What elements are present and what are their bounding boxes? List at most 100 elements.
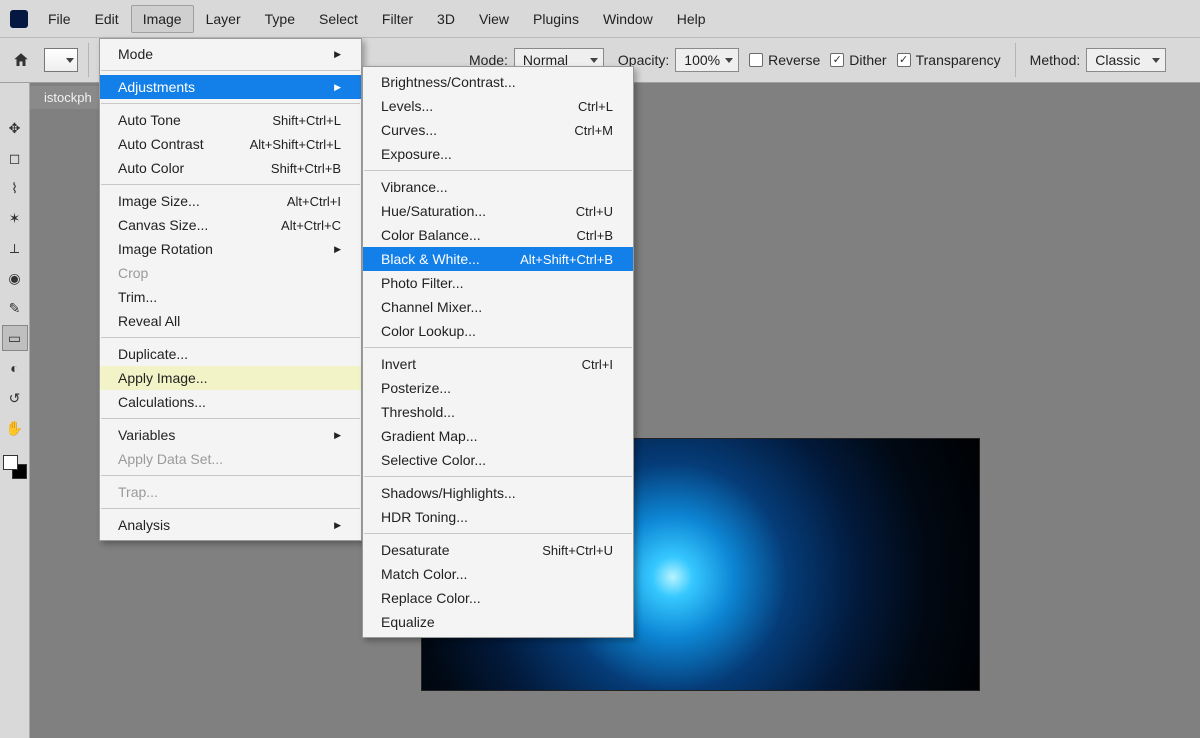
adjustments-invert[interactable]: InvertCtrl+I: [363, 352, 633, 376]
menu-3d[interactable]: 3D: [425, 5, 467, 33]
menu-item-label: Auto Contrast: [118, 136, 204, 152]
menu-item-shortcut: Alt+Shift+Ctrl+B: [520, 252, 613, 267]
app-icon: [10, 10, 28, 28]
reverse-option[interactable]: Reverse: [749, 52, 820, 68]
brush-tool[interactable]: ✎: [2, 295, 28, 321]
menu-select[interactable]: Select: [307, 5, 370, 33]
crop-tool[interactable]: ⟂: [2, 235, 28, 261]
adjustments-gradient-map[interactable]: Gradient Map...: [363, 424, 633, 448]
image-menu-crop: Crop: [100, 261, 361, 285]
menu-item-label: Gradient Map...: [381, 428, 478, 444]
dither-option[interactable]: Dither: [830, 52, 886, 68]
adjustments-levels[interactable]: Levels...Ctrl+L: [363, 94, 633, 118]
menu-item-shortcut: Shift+Ctrl+B: [271, 161, 341, 176]
reverse-checkbox[interactable]: [749, 53, 763, 67]
adjustments-separator: [364, 347, 632, 348]
menu-item-label: Invert: [381, 356, 416, 372]
lasso-tool[interactable]: ⌇: [2, 175, 28, 201]
menu-filter[interactable]: Filter: [370, 5, 425, 33]
menu-item-label: Curves...: [381, 122, 437, 138]
menu-edit[interactable]: Edit: [83, 5, 131, 33]
adjustments-hdr-toning[interactable]: HDR Toning...: [363, 505, 633, 529]
color-swatches[interactable]: [3, 455, 27, 479]
image-menu-canvas-size[interactable]: Canvas Size...Alt+Ctrl+C: [100, 213, 361, 237]
menu-item-shortcut: Ctrl+L: [578, 99, 613, 114]
menu-image[interactable]: Image: [131, 5, 194, 33]
submenu-arrow-icon: [334, 243, 341, 255]
dither-checkbox[interactable]: [830, 53, 844, 67]
menu-window[interactable]: Window: [591, 5, 665, 33]
menu-file[interactable]: File: [36, 5, 83, 33]
move-tool[interactable]: ✥: [2, 115, 28, 141]
adjustments-shadows-highlights[interactable]: Shadows/Highlights...: [363, 481, 633, 505]
image-menu-auto-contrast[interactable]: Auto ContrastAlt+Shift+Ctrl+L: [100, 132, 361, 156]
home-icon[interactable]: [8, 47, 34, 73]
menu-type[interactable]: Type: [253, 5, 307, 33]
transparency-option[interactable]: Transparency: [897, 52, 1001, 68]
image-menu-reveal-all[interactable]: Reveal All: [100, 309, 361, 333]
adjustments-equalize[interactable]: Equalize: [363, 610, 633, 634]
document-tab-label: istockph: [44, 90, 92, 105]
menu-item-label: Channel Mixer...: [381, 299, 482, 315]
adjustments-posterize[interactable]: Posterize...: [363, 376, 633, 400]
adjustments-photo-filter[interactable]: Photo Filter...: [363, 271, 633, 295]
wand-tool[interactable]: ✶: [2, 205, 28, 231]
adjustments-hue-saturation[interactable]: Hue/Saturation...Ctrl+U: [363, 199, 633, 223]
image-menu-auto-color[interactable]: Auto Color Shift+Ctrl+B: [100, 156, 361, 180]
adjustments-replace-color[interactable]: Replace Color...: [363, 586, 633, 610]
hand-tool[interactable]: ✋: [2, 415, 28, 441]
adjustments-color-balance[interactable]: Color Balance...Ctrl+B: [363, 223, 633, 247]
document-tab[interactable]: istockph: [30, 86, 106, 109]
menu-plugins[interactable]: Plugins: [521, 5, 591, 33]
submenu-arrow-icon: [334, 81, 341, 93]
adjustments-channel-mixer[interactable]: Channel Mixer...: [363, 295, 633, 319]
adjustments-threshold[interactable]: Threshold...: [363, 400, 633, 424]
adjustments-vibrance[interactable]: Vibrance...: [363, 175, 633, 199]
opacity-dropdown[interactable]: 100%: [675, 48, 739, 72]
method-dropdown[interactable]: Classic: [1086, 48, 1166, 72]
menu-item-label: Selective Color...: [381, 452, 486, 468]
adjustments-exposure[interactable]: Exposure...: [363, 142, 633, 166]
menu-item-shortcut: Shift+Ctrl+U: [542, 543, 613, 558]
menu-item-label: Canvas Size...: [118, 217, 208, 233]
menu-item-label: Analysis: [118, 517, 170, 533]
image-menu-separator: [101, 70, 360, 71]
menu-help[interactable]: Help: [665, 5, 718, 33]
menu-layer[interactable]: Layer: [194, 5, 253, 33]
menu-item-label: Apply Data Set...: [118, 451, 223, 467]
image-menu-mode[interactable]: Mode: [100, 42, 361, 66]
image-menu-image-size[interactable]: Image Size...Alt+Ctrl+I: [100, 189, 361, 213]
dodge-tool[interactable]: ◐: [2, 355, 28, 381]
menu-item-label: Trap...: [118, 484, 158, 500]
adjustments-match-color[interactable]: Match Color...: [363, 562, 633, 586]
image-menu-trim[interactable]: Trim...: [100, 285, 361, 309]
method-label: Method:: [1030, 52, 1081, 68]
menu-item-label: Crop: [118, 265, 148, 281]
eyedropper-tool[interactable]: ◉: [2, 265, 28, 291]
adjustments-color-lookup[interactable]: Color Lookup...: [363, 319, 633, 343]
image-menu-apply-image[interactable]: Apply Image...: [100, 366, 361, 390]
marquee-tool[interactable]: ◻: [2, 145, 28, 171]
gradient-preset-picker[interactable]: [44, 48, 78, 72]
menu-item-shortcut: Ctrl+B: [577, 228, 613, 243]
adjustments-curves[interactable]: Curves...Ctrl+M: [363, 118, 633, 142]
adjustments-black-white[interactable]: Black & White...Alt+Shift+Ctrl+B: [363, 247, 633, 271]
menu-item-label: Auto Color: [118, 160, 184, 176]
adjustments-selective-color[interactable]: Selective Color...: [363, 448, 633, 472]
image-menu-duplicate[interactable]: Duplicate...: [100, 342, 361, 366]
adjustments-desaturate[interactable]: DesaturateShift+Ctrl+U: [363, 538, 633, 562]
image-menu-variables[interactable]: Variables: [100, 423, 361, 447]
separator: [88, 43, 89, 77]
adjustments-separator: [364, 170, 632, 171]
image-menu-analysis[interactable]: Analysis: [100, 513, 361, 537]
image-menu-image-rotation[interactable]: Image Rotation: [100, 237, 361, 261]
menu-item-label: Equalize: [381, 614, 435, 630]
image-menu-calculations[interactable]: Calculations...: [100, 390, 361, 414]
image-menu-auto-tone[interactable]: Auto ToneShift+Ctrl+L: [100, 108, 361, 132]
transparency-checkbox[interactable]: [897, 53, 911, 67]
path-tool[interactable]: ↺: [2, 385, 28, 411]
image-menu-adjustments[interactable]: Adjustments: [100, 75, 361, 99]
adjustments-brightness-contrast[interactable]: Brightness/Contrast...: [363, 70, 633, 94]
menu-view[interactable]: View: [467, 5, 521, 33]
gradient-tool[interactable]: ▭: [2, 325, 28, 351]
